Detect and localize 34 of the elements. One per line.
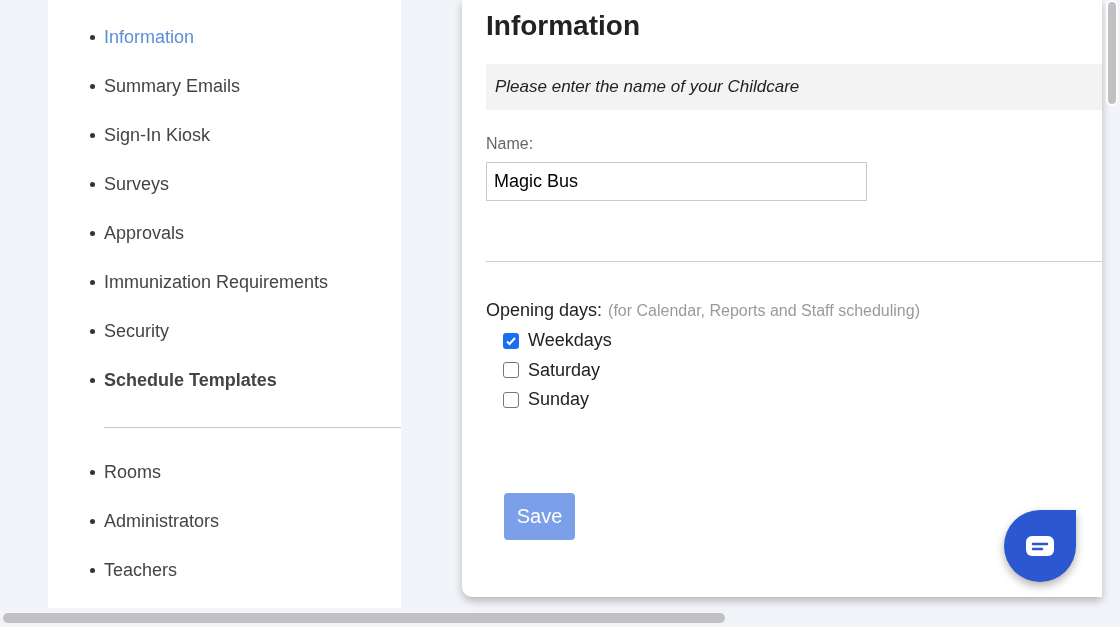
bullet-icon bbox=[90, 518, 95, 524]
field-label: Name: bbox=[486, 134, 535, 154]
bullet-icon bbox=[90, 83, 95, 89]
bullet-icon bbox=[90, 377, 95, 383]
page-title: Information bbox=[486, 9, 641, 43]
sidebar-link[interactable]: Summary Emails bbox=[104, 72, 241, 100]
section-note: (for Calendar, Reports and Staff scheduling) bbox=[608, 301, 920, 321]
checkbox-label: Saturday bbox=[528, 358, 601, 382]
bullet-icon bbox=[90, 132, 95, 138]
bullet-icon bbox=[90, 279, 95, 285]
checkbox-label: Sunday bbox=[528, 388, 590, 412]
bullet-icon bbox=[90, 181, 95, 187]
hint-text: Please enter the name of your Childcare bbox=[495, 76, 800, 99]
bullet-icon bbox=[90, 34, 95, 40]
sidebar-link[interactable]: Teachers bbox=[104, 556, 178, 584]
sidebar-link[interactable]: Approvals bbox=[104, 219, 185, 247]
sidebar-link[interactable]: Sign-In Kiosk bbox=[104, 121, 211, 149]
checkbox[interactable] bbox=[503, 332, 519, 349]
bullet-icon bbox=[90, 469, 95, 475]
bullet-icon bbox=[90, 567, 95, 573]
sidebar-link[interactable]: Administrators bbox=[104, 507, 220, 535]
sidebar-link[interactable]: Surveys bbox=[104, 170, 170, 198]
sidebar-link[interactable]: Immunization Requirements bbox=[104, 268, 329, 296]
name-input[interactable]: Magic Bus bbox=[486, 162, 867, 201]
checkbox[interactable] bbox=[503, 362, 519, 379]
chat-icon bbox=[1025, 535, 1055, 557]
bullet-icon bbox=[90, 230, 95, 236]
sidebar-link[interactable]: Schedule Templates bbox=[104, 366, 277, 394]
checkbox-label: Weekdays bbox=[528, 329, 612, 353]
checkbox[interactable] bbox=[503, 391, 519, 408]
bullet-icon bbox=[90, 328, 95, 334]
sidebar-link[interactable]: Security bbox=[104, 317, 170, 345]
sidebar-link[interactable]: Rooms bbox=[104, 458, 161, 486]
section-label: Opening days: bbox=[486, 299, 603, 322]
